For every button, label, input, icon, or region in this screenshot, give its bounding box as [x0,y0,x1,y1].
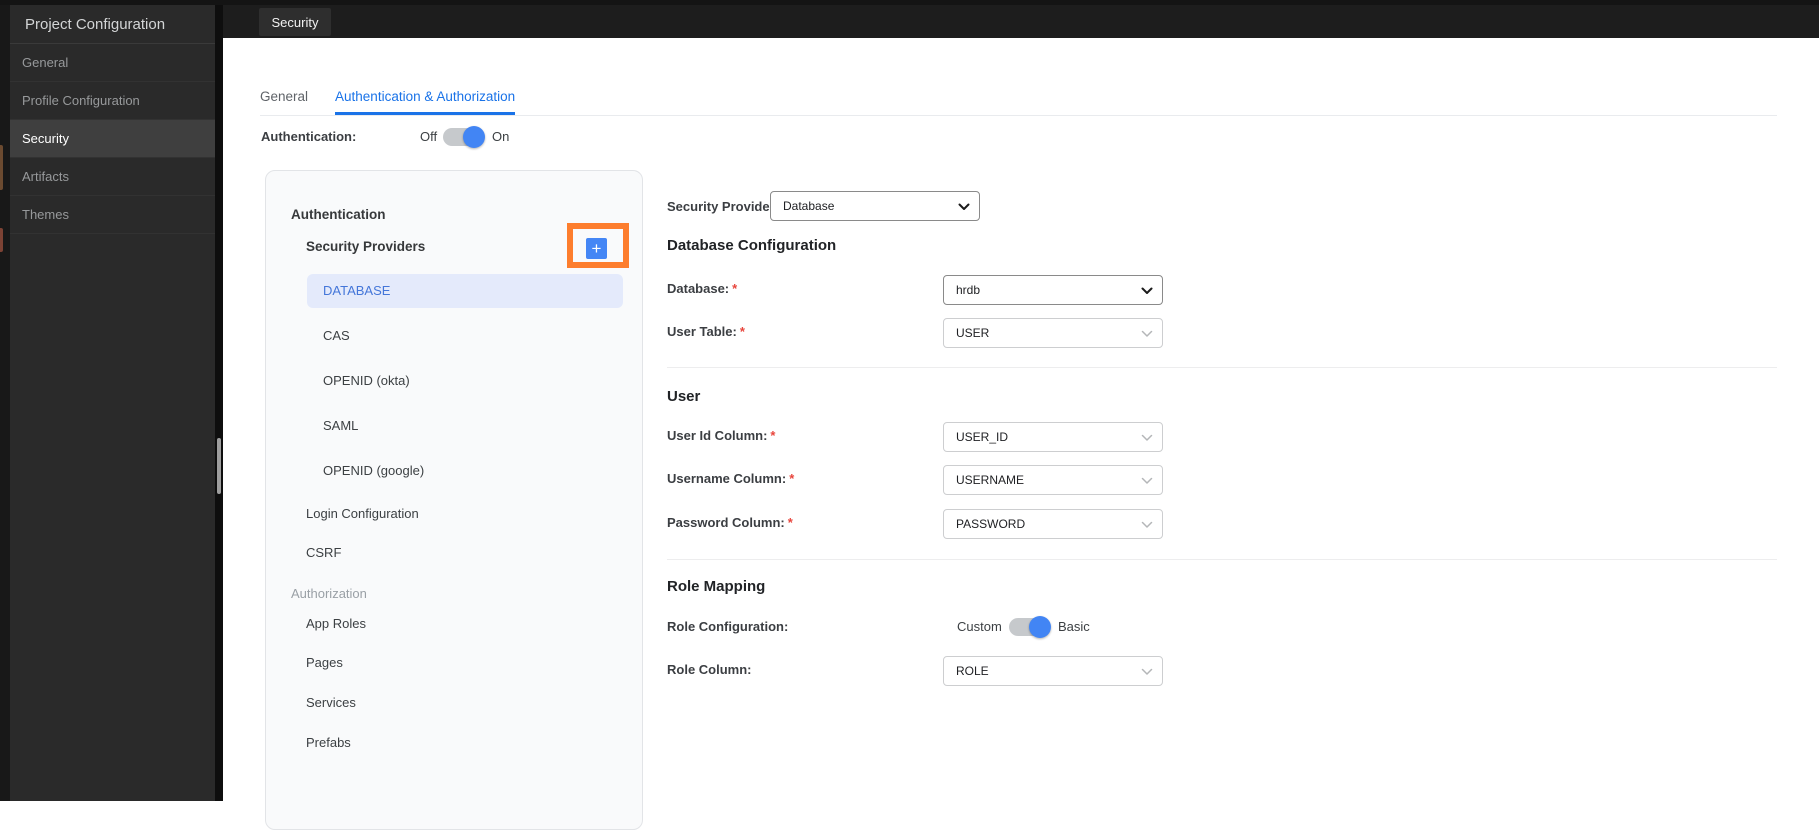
chevron-down-icon [1141,477,1153,484]
top-tab-security[interactable]: Security [259,8,331,36]
tree-item-provider-openid-google[interactable]: OPENID (google) [323,463,424,478]
chevron-down-icon [1141,521,1153,528]
tree-item-security-providers[interactable]: Security Providers [306,239,425,254]
tree-item-login-configuration[interactable]: Login Configuration [306,506,419,521]
authentication-toggle-label: Authentication: [261,129,357,144]
tree-item-app-roles[interactable]: App Roles [306,616,366,631]
role-configuration-label: Role Configuration: [667,619,789,634]
database-value: hrdb [956,283,981,297]
required-asterisk: * [770,428,776,443]
toggle-off-label: Off [420,129,438,144]
sidebar-item-security[interactable]: Security [10,120,215,158]
tree-section-authorization: Authorization [291,586,367,601]
authentication-toggle[interactable] [443,126,485,148]
window-top-edge [0,0,1819,5]
toggle-basic-label: Basic [1058,619,1090,634]
security-provider-select[interactable]: Database [770,191,980,221]
security-provider-label: Security Provider [667,199,775,214]
sidebar-item-general[interactable]: General [10,44,215,82]
settings-tabs: General Authentication & Authorization [260,80,1777,116]
sidebar-item-artifacts[interactable]: Artifacts [10,158,215,196]
required-asterisk: * [739,324,745,339]
toggle-thumb [463,126,485,148]
tree-item-provider-database[interactable]: DATABASE [307,274,623,308]
database-label-text: Database: [667,281,730,296]
user-table-label: User Table: * [667,324,745,339]
provider-database-label: DATABASE [323,283,391,298]
tab-authentication-authorization[interactable]: Authentication & Authorization [335,89,516,115]
user-table-select[interactable]: USER [943,318,1163,348]
chevron-down-icon [1141,330,1153,337]
sidebar-title: Project Configuration [10,0,215,44]
chevron-down-icon [1141,434,1153,441]
password-column-select[interactable]: PASSWORD [943,509,1163,539]
tree-item-pages[interactable]: Pages [306,655,343,670]
sidebar-scrollbar-track[interactable] [215,0,223,801]
section-divider [667,559,1777,560]
database-configuration-title: Database Configuration [667,237,837,254]
database-label: Database: * [667,281,737,296]
user-table-label-text: User Table: [667,324,737,339]
chevron-down-icon [958,203,970,210]
username-column-value: USERNAME [956,473,1025,487]
password-column-label-text: Password Column: [667,515,785,530]
project-configuration-sidebar: Project Configuration General Profile Co… [10,0,215,801]
tree-item-csrf[interactable]: CSRF [306,545,341,560]
sidebar-item-themes[interactable]: Themes [10,196,215,234]
user-id-column-select[interactable]: USER_ID [943,422,1163,452]
role-configuration-toggle[interactable] [1009,616,1051,638]
password-column-value: PASSWORD [956,517,1026,531]
required-asterisk: * [787,515,793,530]
tree-item-provider-saml[interactable]: SAML [323,418,358,433]
password-column-label: Password Column: * [667,515,793,530]
security-nav-panel: Authentication Security Providers + DATA… [265,170,643,830]
tree-item-prefabs[interactable]: Prefabs [306,735,351,750]
toggle-thumb [1029,616,1051,638]
main-area: Security General Authentication & Author… [223,0,1819,830]
required-asterisk: * [789,471,795,486]
username-column-select[interactable]: USERNAME [943,465,1163,495]
sidebar-scrollbar-thumb[interactable] [217,438,221,494]
user-id-column-value: USER_ID [956,430,1009,444]
highlight-box-annotation [567,223,629,268]
toggle-custom-label: Custom [957,619,1002,634]
required-asterisk: * [732,281,738,296]
username-column-label: Username Column: * [667,471,794,486]
clipped-icon-mark [0,228,3,252]
tree-item-provider-cas[interactable]: CAS [323,328,350,343]
user-section-title: User [667,388,701,405]
left-edge-strip [0,0,10,801]
role-column-select[interactable]: ROLE [943,656,1163,686]
role-column-value: ROLE [956,664,989,678]
user-id-column-label: User Id Column: * [667,428,775,443]
sidebar-item-profile-configuration[interactable]: Profile Configuration [10,82,215,120]
tree-section-authentication: Authentication [291,207,386,222]
security-provider-value: Database [783,199,835,213]
tree-item-provider-openid-okta[interactable]: OPENID (okta) [323,373,410,388]
role-mapping-title: Role Mapping [667,578,766,595]
clipped-icon-mark [0,145,3,190]
username-column-label-text: Username Column: [667,471,787,486]
role-column-label: Role Column: [667,662,752,677]
chevron-down-icon [1141,287,1153,294]
user-id-column-label-text: User Id Column: [667,428,768,443]
database-select[interactable]: hrdb [943,275,1163,305]
user-table-value: USER [956,326,990,340]
section-divider [667,367,1777,368]
toggle-on-label: On [492,129,510,144]
tab-general[interactable]: General [260,89,308,115]
tree-item-services[interactable]: Services [306,695,356,710]
top-tab-bar: Security [223,0,1819,38]
chevron-down-icon [1141,668,1153,675]
